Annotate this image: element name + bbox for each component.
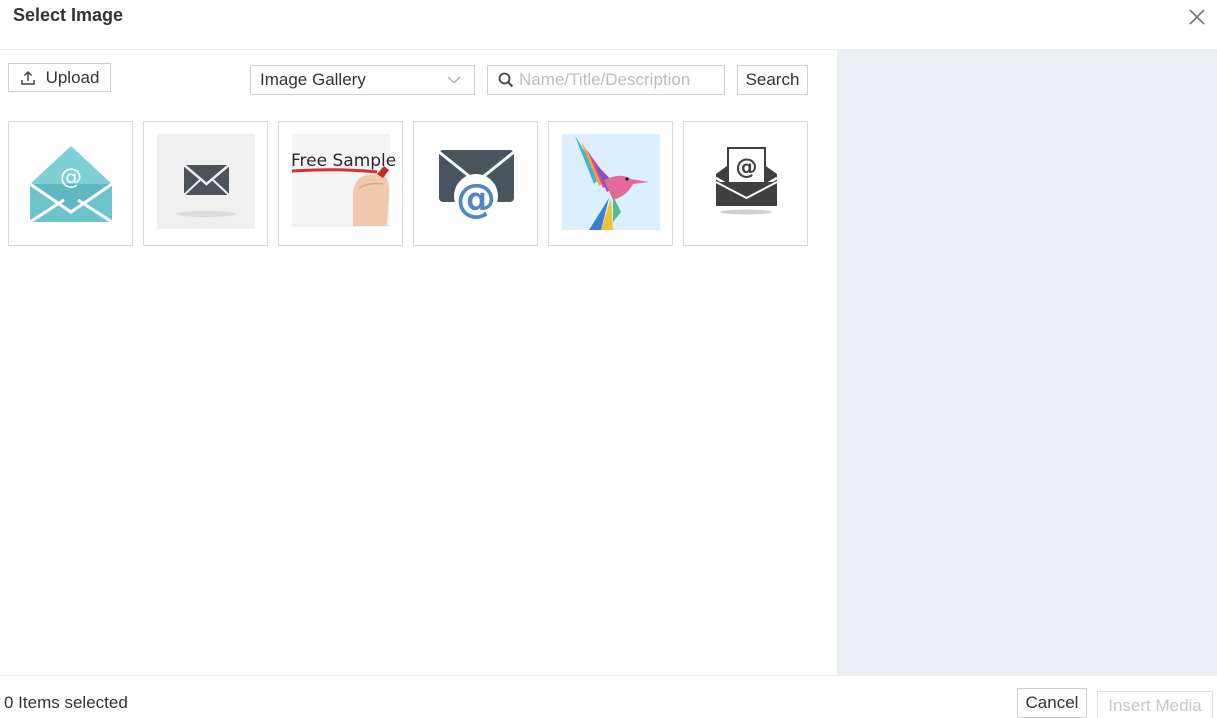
thumbnail-item[interactable]: @ [683,121,808,246]
envelope-at-icon: @ [438,150,515,222]
cancel-button[interactable]: Cancel [1017,688,1087,718]
search-box [487,65,725,95]
search-button[interactable]: Search [737,65,808,95]
search-button-label: Search [745,70,800,89]
upload-label: Upload [45,67,100,87]
svg-text:@: @ [456,176,496,222]
thumbnail-item[interactable]: @ [413,121,538,246]
gallery-selected-value: Image Gallery [260,70,366,89]
svg-text:@: @ [60,165,82,190]
dialog-header: Select Image [0,0,1217,50]
chevron-down-icon [447,76,461,84]
envelope-icon [157,134,255,229]
search-icon [498,72,514,88]
envelope-letter-at-icon: @ [715,147,778,215]
select-image-dialog: Select Image Upload Image Gallery Name/T… [0,0,1217,718]
dialog-footer: 0 Items selected Cancel Insert Media [0,675,1217,718]
upload-button[interactable]: Upload [8,63,111,92]
close-icon[interactable] [1186,6,1208,28]
details-panel [837,50,1217,675]
thumbnail-item[interactable]: Free Sample [278,121,403,246]
free-sample-photo: Free Sample [291,134,396,227]
selected-count: 0 Items selected [4,693,128,712]
insert-media-label: Insert Media [1108,696,1202,715]
thumbnail-item[interactable] [143,121,268,246]
media-browser: Upload Image Gallery Search [0,50,837,675]
cancel-label: Cancel [1025,693,1079,712]
hummingbird-icon [562,134,660,230]
dialog-title: Select Image [13,5,124,25]
insert-media-button[interactable]: Insert Media [1097,691,1213,718]
upload-icon [20,70,35,85]
svg-text:Free Sample: Free Sample [291,151,396,171]
thumbnail-item[interactable] [548,121,673,246]
search-input[interactable] [519,67,719,93]
svg-text:@: @ [736,155,758,180]
gallery-dropdown[interactable]: Image Gallery [250,65,475,95]
open-envelope-at-icon: @ [29,146,113,224]
thumbnail-item[interactable]: @ [8,121,133,246]
